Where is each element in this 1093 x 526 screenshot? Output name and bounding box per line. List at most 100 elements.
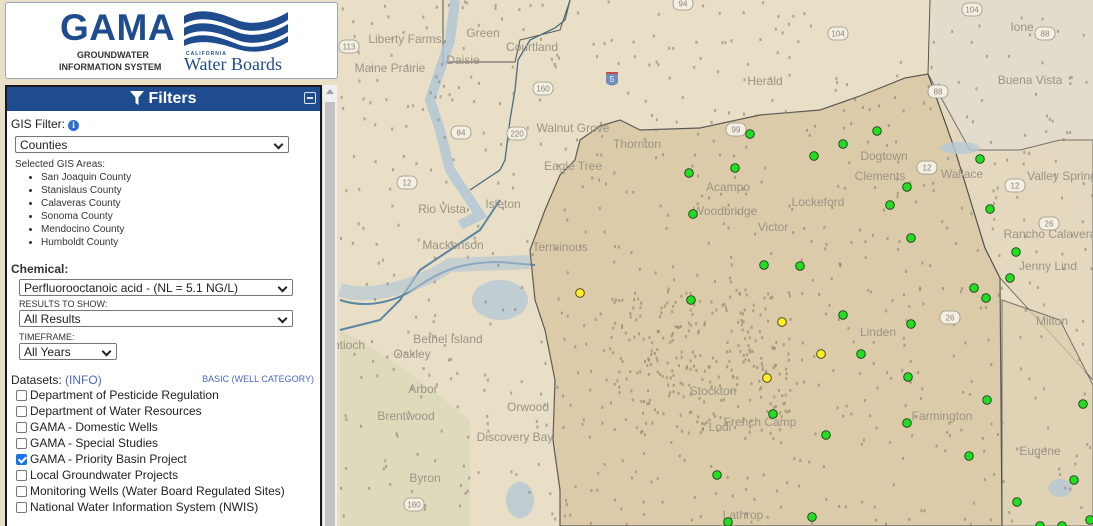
well-marker-small xyxy=(919,397,922,400)
well-marker-small xyxy=(697,415,700,419)
well-result-marker-green[interactable] xyxy=(906,233,916,243)
well-result-marker-green[interactable] xyxy=(856,349,866,359)
scroll-thumb[interactable] xyxy=(325,102,335,526)
well-marker-small xyxy=(659,315,662,319)
well-result-marker-green[interactable] xyxy=(712,470,722,480)
filters-header[interactable]: Filters xyxy=(7,87,320,111)
well-marker-small xyxy=(671,338,674,342)
well-result-marker-green[interactable] xyxy=(1069,475,1079,485)
well-result-marker-green[interactable] xyxy=(730,163,740,173)
dataset-item[interactable]: GAMA - Domestic Wells xyxy=(16,419,320,435)
well-marker-small xyxy=(725,309,728,313)
dataset-item[interactable]: GAMA - Priority Basin Project xyxy=(16,451,320,467)
checkbox[interactable] xyxy=(16,389,27,401)
well-result-marker-green[interactable] xyxy=(981,293,991,303)
well-result-marker-green[interactable] xyxy=(902,418,912,428)
info-icon[interactable]: i xyxy=(68,120,80,131)
checkbox[interactable] xyxy=(16,501,27,513)
well-result-marker-yellow[interactable] xyxy=(762,373,772,383)
well-marker-small xyxy=(1061,252,1064,256)
timeframe-select[interactable]: All Years xyxy=(19,343,117,360)
well-marker-small xyxy=(859,228,861,232)
well-marker-small xyxy=(864,240,867,244)
checkbox[interactable] xyxy=(16,421,27,433)
well-result-marker-green[interactable] xyxy=(759,260,769,270)
well-result-marker-yellow[interactable] xyxy=(575,288,585,298)
well-marker-small xyxy=(577,11,580,15)
well-marker-small xyxy=(564,147,567,151)
well-marker-small xyxy=(730,255,733,259)
well-result-marker-green[interactable] xyxy=(745,129,755,139)
results-select[interactable]: All Results xyxy=(19,310,293,327)
datasets-info-link[interactable]: (INFO) xyxy=(65,373,102,387)
panel-scrollbar[interactable] xyxy=(323,85,337,526)
scroll-up-arrow-icon[interactable] xyxy=(326,89,334,94)
well-result-marker-green[interactable] xyxy=(1012,497,1022,507)
well-result-marker-green[interactable] xyxy=(768,409,778,419)
well-marker-small xyxy=(861,106,864,109)
well-result-marker-green[interactable] xyxy=(1057,521,1067,526)
dataset-item[interactable]: Department of Pesticide Regulation xyxy=(16,387,320,403)
well-marker-small xyxy=(823,225,826,229)
well-result-marker-green[interactable] xyxy=(906,319,916,329)
well-marker-small xyxy=(792,14,795,18)
gama-logo[interactable]: GAMA GROUNDWATER INFORMATION SYSTEM CALI… xyxy=(5,2,338,79)
well-marker-small xyxy=(544,361,547,365)
checkbox[interactable] xyxy=(16,453,27,465)
well-result-marker-green[interactable] xyxy=(885,200,895,210)
checkbox[interactable] xyxy=(16,405,27,417)
well-marker-small xyxy=(777,15,780,18)
well-result-marker-green[interactable] xyxy=(795,261,805,271)
well-marker-small xyxy=(745,293,748,297)
well-result-marker-yellow[interactable] xyxy=(816,349,826,359)
place-label: Wallace xyxy=(941,167,984,181)
gis-filter-select[interactable]: Counties xyxy=(15,136,289,153)
well-result-marker-green[interactable] xyxy=(1035,521,1045,526)
dataset-item[interactable]: National Water Information System (NWIS) xyxy=(16,499,320,515)
well-marker-small xyxy=(1043,303,1045,307)
well-result-marker-green[interactable] xyxy=(688,209,698,219)
well-result-marker-green[interactable] xyxy=(684,168,694,178)
well-result-marker-green[interactable] xyxy=(809,151,819,161)
well-result-marker-green[interactable] xyxy=(969,283,979,293)
well-marker-small xyxy=(345,467,348,470)
well-result-marker-green[interactable] xyxy=(985,204,995,214)
well-result-marker-green[interactable] xyxy=(821,430,831,440)
basic-well-category-link[interactable]: BASIC (WELL CATEGORY) xyxy=(202,374,314,384)
well-result-marker-green[interactable] xyxy=(838,310,848,320)
well-marker-small xyxy=(695,369,698,372)
well-marker-small xyxy=(932,40,935,44)
checkbox[interactable] xyxy=(16,437,27,449)
well-result-marker-yellow[interactable] xyxy=(777,317,787,327)
well-result-marker-green[interactable] xyxy=(1078,399,1088,409)
well-marker-small xyxy=(824,247,827,251)
well-result-marker-green[interactable] xyxy=(807,512,817,522)
well-marker-small xyxy=(360,424,362,428)
dataset-item[interactable]: Department of Water Resources xyxy=(16,403,320,419)
well-result-marker-green[interactable] xyxy=(686,295,696,305)
well-result-marker-green[interactable] xyxy=(872,126,882,136)
checkbox[interactable] xyxy=(16,485,27,497)
well-result-marker-green[interactable] xyxy=(1085,515,1093,525)
dataset-item[interactable]: Local Groundwater Projects xyxy=(16,467,320,483)
well-result-marker-green[interactable] xyxy=(964,451,974,461)
well-result-marker-green[interactable] xyxy=(982,395,992,405)
minus-square-icon[interactable] xyxy=(304,92,316,104)
well-result-marker-green[interactable] xyxy=(1011,247,1021,257)
well-marker-small xyxy=(761,364,764,368)
checkbox[interactable] xyxy=(16,469,27,481)
chemical-select[interactable]: Perfluorooctanoic acid - (NL = 5.1 NG/L) xyxy=(19,279,293,296)
well-result-marker-green[interactable] xyxy=(1005,273,1015,283)
well-marker-small xyxy=(782,343,785,347)
well-marker-small xyxy=(749,350,752,354)
well-result-marker-green[interactable] xyxy=(903,372,913,382)
well-marker-small xyxy=(649,363,652,366)
well-result-marker-green[interactable] xyxy=(975,154,985,164)
well-result-marker-green[interactable] xyxy=(838,139,848,149)
well-marker-small xyxy=(1010,519,1013,523)
dataset-item[interactable]: Monitoring Wells (Water Board Regulated … xyxy=(16,483,320,499)
dataset-item[interactable]: GAMA - Special Studies xyxy=(16,435,320,451)
well-result-marker-green[interactable] xyxy=(723,517,733,526)
well-result-marker-green[interactable] xyxy=(902,182,912,192)
well-marker-small xyxy=(592,42,595,46)
